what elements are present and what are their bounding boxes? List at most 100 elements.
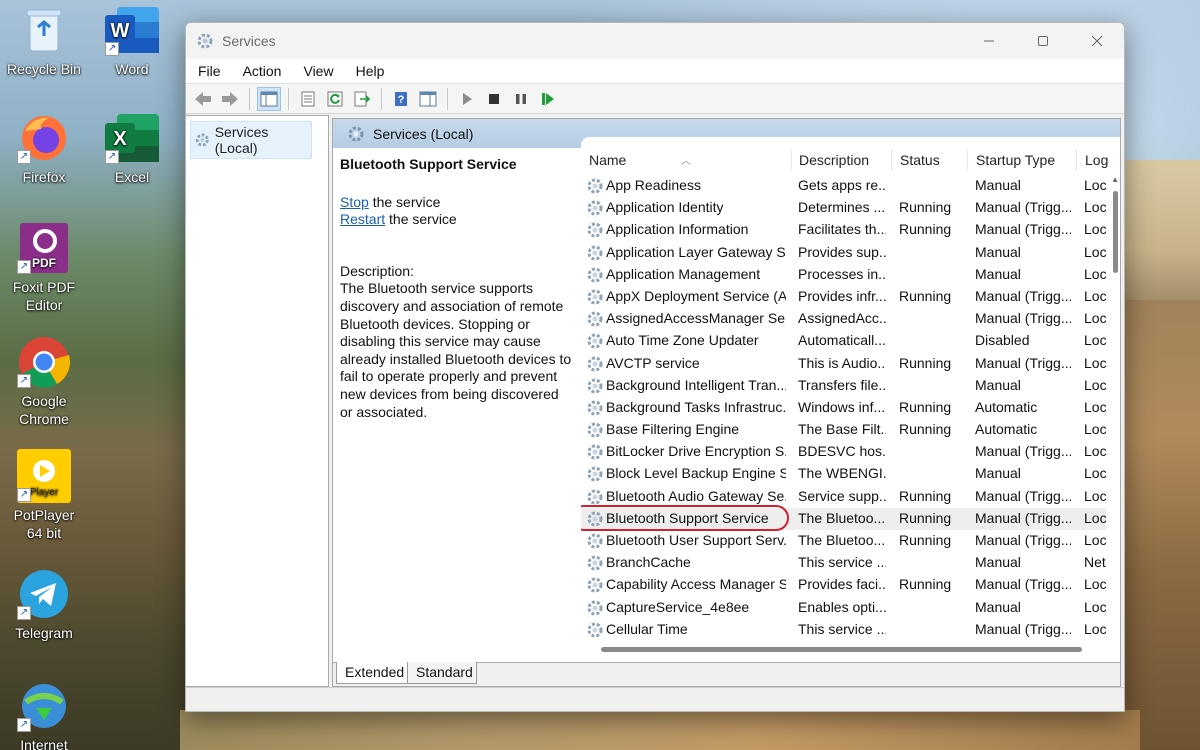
restart-service-button[interactable] <box>536 87 560 111</box>
desktop-icon-firefox[interactable]: ↗ Firefox <box>4 112 84 186</box>
close-button[interactable] <box>1070 23 1124 59</box>
restart-icon <box>542 92 554 105</box>
table-row[interactable]: Background Intelligent Tran... Transfers … <box>581 375 1107 397</box>
back-button[interactable] <box>191 87 215 111</box>
service-name-cell: Background Intelligent Tran... <box>606 376 786 393</box>
service-startup-cell: Manual (Trigg... <box>975 199 1071 216</box>
table-row[interactable]: CaptureService_4e8ee Enables opti... Manua… <box>581 597 1107 619</box>
refresh-button[interactable] <box>323 87 347 111</box>
table-row[interactable]: Auto Time Zone Updater Automaticall... Dis… <box>581 330 1107 352</box>
service-startup-cell: Disabled <box>975 332 1030 349</box>
pause-service-button[interactable] <box>509 87 533 111</box>
service-description-cell: BDESVC hos... <box>798 443 886 460</box>
shortcut-arrow-icon: ↗ <box>105 150 119 164</box>
desktop-icon-recycle-bin[interactable]: Recycle Bin <box>4 4 84 78</box>
show-action-pane-button[interactable] <box>416 87 440 111</box>
table-row[interactable]: Application Layer Gateway S... Provides s… <box>581 242 1107 264</box>
shortcut-arrow-icon: ↗ <box>17 374 31 388</box>
table-row[interactable]: BranchCache This service ... Manual Net <box>581 552 1106 574</box>
service-gear-icon <box>586 443 604 461</box>
toolbar-separator <box>288 87 289 110</box>
vertical-scrollbar[interactable]: ▲ <box>1110 175 1120 640</box>
word-icon: W ↗ <box>105 4 159 56</box>
column-header-name[interactable]: Name <box>589 152 626 168</box>
tab-extended[interactable]: Extended <box>336 662 408 684</box>
table-row[interactable]: Capability Access Manager S... Provides f… <box>581 574 1107 596</box>
horizontal-scroll-thumb[interactable] <box>601 647 1082 652</box>
title-bar[interactable]: Services <box>186 23 1124 59</box>
table-row[interactable]: Base Filtering Engine The Base Filt... Run… <box>581 419 1107 441</box>
table-row[interactable]: Block Level Backup Engine S... The WBENGI… <box>581 463 1107 485</box>
service-description-cell: This service ... <box>798 554 886 571</box>
horizontal-scrollbar[interactable] <box>581 644 1108 654</box>
column-header-description[interactable]: Description <box>799 152 869 168</box>
service-gear-icon <box>586 377 604 395</box>
svg-text:?: ? <box>398 94 405 106</box>
stop-service-link[interactable]: Stop <box>340 194 369 210</box>
desktop-icon-potplayer[interactable]: Player ↗ PotPlayer 64 bit <box>4 449 84 542</box>
tree-item-services-local[interactable]: Services (Local) <box>190 121 312 159</box>
service-description-cell: Processes in... <box>798 265 886 282</box>
desktop-icon-chrome[interactable]: ↗ Google Chrome <box>4 336 84 428</box>
svg-text:W: W <box>111 20 130 42</box>
table-row[interactable]: Background Tasks Infrastruc... Windows in… <box>581 397 1107 419</box>
table-row[interactable]: AVCTP service This is Audio... Running Manu… <box>581 353 1107 375</box>
service-name-cell: Cellular Time <box>606 620 688 637</box>
desktop-icon-word[interactable]: W ↗ Word <box>92 4 172 78</box>
restart-service-link[interactable]: Restart <box>340 211 385 227</box>
table-row[interactable]: Application Identity Determines ... Runnin… <box>581 197 1107 219</box>
help-button[interactable]: ? <box>389 87 413 111</box>
excel-icon: X ↗ <box>105 112 159 164</box>
table-row[interactable]: BitLocker Drive Encryption S... BDESVC ho… <box>581 441 1107 463</box>
table-row[interactable]: Bluetooth User Support Serv... The Blueto… <box>581 530 1107 552</box>
selected-service-name: Bluetooth Support Service <box>340 156 517 172</box>
start-service-button[interactable] <box>455 87 479 111</box>
desktop-icon-telegram[interactable]: ↗ Telegram <box>4 568 84 642</box>
service-name-cell: AssignedAccessManager Ser... <box>606 310 786 327</box>
table-row[interactable]: App Readiness Gets apps re... Manual Loc <box>581 175 1107 197</box>
service-startup-cell: Manual (Trigg... <box>975 221 1071 238</box>
properties-button[interactable] <box>296 87 320 111</box>
services-gear-icon <box>195 31 215 51</box>
service-gear-icon <box>586 244 604 262</box>
show-hide-console-tree-button[interactable] <box>257 86 281 111</box>
menu-view[interactable]: View <box>291 63 343 79</box>
export-list-button[interactable] <box>350 87 374 111</box>
chrome-icon: ↗ <box>17 336 71 388</box>
desktop-icon-excel[interactable]: X ↗ Excel <box>92 112 172 186</box>
desktop-icon-foxit[interactable]: PDF ↗ Foxit PDF Editor <box>4 222 84 314</box>
desktop-icon-internet[interactable]: ↗ Internet <box>4 680 84 750</box>
menu-file[interactable]: File <box>186 63 231 79</box>
table-row[interactable]: Application Information Facilitates th...… <box>581 219 1107 241</box>
services-window: Services File Action View Help ? Service… <box>185 22 1125 712</box>
service-description-cell: Transfers file... <box>798 376 886 393</box>
service-startup-cell: Manual (Trigg... <box>975 443 1071 460</box>
vertical-scroll-thumb[interactable] <box>1113 191 1118 273</box>
table-row[interactable]: Application Management Processes in... Man… <box>581 264 1107 286</box>
service-name-cell: Application Information <box>606 221 749 238</box>
column-header-status[interactable]: Status <box>900 152 940 168</box>
back-arrow-icon <box>195 91 211 106</box>
column-header-log-on-as[interactable]: Log <box>1085 152 1108 168</box>
view-tabs: Extended Standard <box>333 662 1120 686</box>
service-gear-icon <box>586 554 604 572</box>
tab-standard[interactable]: Standard <box>407 662 477 684</box>
table-row-selected[interactable]: Bluetooth Support Service The Bluetoo... R… <box>581 504 1107 531</box>
menu-action[interactable]: Action <box>231 63 292 79</box>
service-startup-cell: Manual (Trigg... <box>975 310 1071 327</box>
table-row[interactable]: AssignedAccessManager Ser... AssignedAcc.… <box>581 308 1107 330</box>
forward-button[interactable] <box>218 87 242 111</box>
service-gear-icon <box>586 310 604 328</box>
minimize-button[interactable] <box>962 23 1016 59</box>
table-row[interactable]: Cellular Time This service ... Manual (Tri… <box>581 619 1107 641</box>
stop-service-button[interactable] <box>482 87 506 111</box>
close-icon <box>1091 35 1103 47</box>
service-description-cell: The WBENGI... <box>798 465 886 482</box>
column-header-startup-type[interactable]: Startup Type <box>976 152 1055 168</box>
maximize-button[interactable] <box>1016 23 1070 59</box>
console-tree: Services (Local) <box>186 115 329 687</box>
service-gear-icon <box>586 621 604 639</box>
table-row[interactable]: AppX Deployment Service (A... Provides in… <box>581 286 1107 308</box>
shortcut-arrow-icon: ↗ <box>17 606 31 620</box>
menu-help[interactable]: Help <box>344 63 395 79</box>
